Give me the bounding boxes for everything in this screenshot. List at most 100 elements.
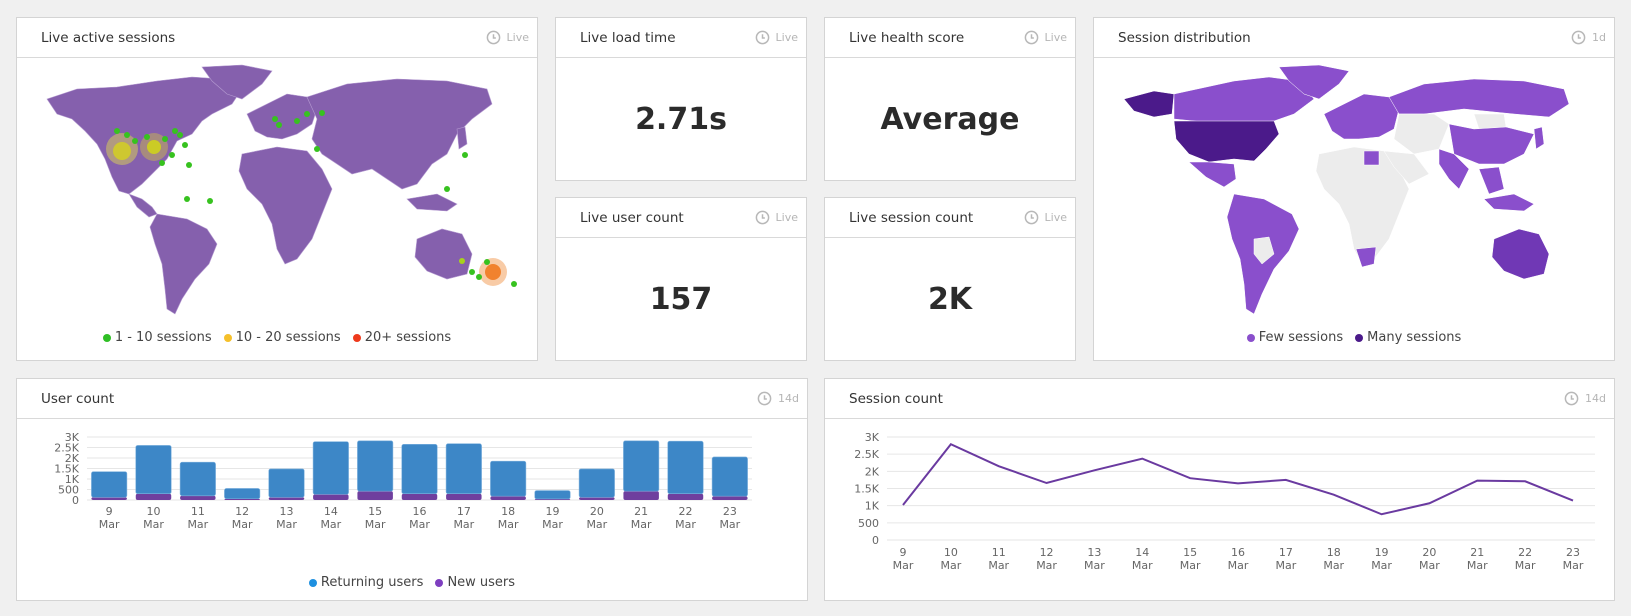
bar-new-users[interactable]	[268, 497, 305, 500]
bar-returning-users[interactable]	[224, 488, 261, 500]
load-time-value: 2.71s	[635, 101, 727, 137]
red-dot-icon	[352, 333, 361, 342]
x-tick-label: 23 Mar	[1563, 546, 1584, 572]
live-sessions-map[interactable]	[17, 59, 537, 328]
session-dot	[172, 128, 178, 134]
panel-title: Session distribution	[1118, 29, 1251, 46]
bar-new-users[interactable]	[490, 496, 526, 500]
time-range-label: Live	[1044, 31, 1067, 44]
session-dot	[459, 258, 465, 264]
map-central-america	[128, 193, 158, 218]
bar-returning-users[interactable]	[312, 441, 349, 495]
bar-new-users[interactable]	[401, 493, 438, 500]
panel-header: Live session count Live	[825, 198, 1075, 238]
x-tick-label: 22 Mar	[675, 505, 696, 531]
legend-item[interactable]: 20+ sessions	[352, 330, 452, 345]
yellow-dot-icon	[223, 333, 232, 342]
legend-label: New users	[447, 575, 516, 590]
x-tick-label: 9 Mar	[893, 546, 914, 572]
x-tick-label: 15 Mar	[365, 505, 386, 531]
session-dot	[319, 110, 325, 116]
purple-dot-icon	[435, 578, 444, 587]
bar-new-users[interactable]	[667, 493, 704, 500]
time-range[interactable]: 14d	[1564, 391, 1606, 406]
bar-returning-users[interactable]	[179, 461, 216, 497]
y-tick-label: 2.5K	[854, 448, 879, 461]
time-range-label: Live	[775, 31, 798, 44]
session-dot	[314, 146, 320, 152]
bar-returning-users[interactable]	[357, 440, 394, 492]
bar-returning-users[interactable]	[623, 440, 660, 492]
panel-title: Live health score	[849, 29, 965, 46]
x-tick-label: 20 Mar	[586, 505, 607, 531]
map-central-asia	[1393, 113, 1450, 155]
bar-new-users[interactable]	[180, 495, 216, 500]
session-dot	[124, 132, 130, 138]
bar-returning-users[interactable]	[268, 468, 305, 498]
session-distribution-map[interactable]	[1094, 59, 1614, 328]
time-range[interactable]: Live	[755, 30, 798, 45]
legend-item[interactable]: 1 - 10 sessions	[102, 330, 212, 345]
legend-item[interactable]: Many sessions	[1355, 330, 1461, 345]
map-south-africa	[1355, 246, 1377, 268]
x-tick-label: 10 Mar	[143, 505, 164, 531]
bar-returning-users[interactable]	[91, 471, 128, 498]
legend-label: 1 - 10 sessions	[114, 330, 212, 345]
bar-new-users[interactable]	[446, 493, 482, 500]
time-range[interactable]: Live	[755, 210, 798, 225]
time-range[interactable]: Live	[1024, 30, 1067, 45]
clock-icon	[1564, 391, 1579, 406]
bar-returning-users[interactable]	[135, 445, 172, 494]
bar-returning-users[interactable]	[534, 490, 571, 500]
session-dot	[462, 152, 468, 158]
bar-new-users[interactable]	[357, 491, 393, 500]
panel-header: Live active sessions Live	[17, 18, 537, 58]
legend-item[interactable]: 10 - 20 sessions	[223, 330, 341, 345]
bar-new-users[interactable]	[579, 497, 615, 500]
x-tick-label: 19 Mar	[1371, 546, 1392, 572]
panel-header: Live load time Live	[556, 18, 806, 58]
legend-item[interactable]: Few sessions	[1246, 330, 1343, 345]
time-range[interactable]: 14d	[757, 391, 799, 406]
map-europe	[1323, 93, 1400, 140]
bar-returning-users[interactable]	[578, 468, 615, 498]
x-tick-label: 16 Mar	[409, 505, 430, 531]
bar-returning-users[interactable]	[490, 460, 527, 497]
map-indonesia	[1483, 193, 1535, 212]
time-range[interactable]: Live	[486, 30, 529, 45]
bar-returning-users[interactable]	[667, 440, 704, 495]
bar-returning-users[interactable]	[711, 456, 748, 497]
session-dot	[476, 274, 482, 280]
bar-new-users[interactable]	[91, 497, 127, 500]
legend-label: 20+ sessions	[364, 330, 452, 345]
session-dot	[169, 152, 175, 158]
time-range[interactable]: 1d	[1571, 30, 1606, 45]
user-count-chart[interactable]: 05001K1.5K2K2.5K3K9 Mar10 Mar11 Mar12 Mar13 M…	[17, 420, 807, 565]
map-mongolia	[1473, 113, 1507, 130]
bar-new-users[interactable]	[313, 494, 349, 500]
time-range[interactable]: Live	[1024, 210, 1067, 225]
x-tick-label: 18 Mar	[1323, 546, 1344, 572]
session-dot	[511, 281, 517, 287]
session-dot	[132, 138, 138, 144]
legend-item[interactable]: Returning users	[308, 575, 423, 590]
bar-returning-users[interactable]	[401, 444, 438, 494]
session-dot	[484, 259, 490, 265]
session-count-chart[interactable]: 0 500 1K 1.5K 2K 2.5K 3K 9 Mar 10 Mar 11 Mar 12 Mar 13 M…	[825, 420, 1614, 600]
sessions-line[interactable]	[902, 442, 1574, 516]
x-tick-label: 14 Mar	[1132, 546, 1153, 572]
y-tick-label: 3K	[65, 431, 80, 444]
bar-new-users[interactable]	[135, 493, 172, 500]
bar-new-users[interactable]	[623, 491, 659, 500]
x-tick-label: 10 Mar	[940, 546, 961, 572]
x-tick-label: 23 Mar	[719, 505, 740, 531]
bar-new-users[interactable]	[712, 496, 748, 500]
clock-icon	[1024, 30, 1039, 45]
dark-purple-dot-icon	[1355, 333, 1364, 342]
legend-item[interactable]: New users	[435, 575, 515, 590]
blue-dot-icon	[308, 578, 317, 587]
clock-icon	[755, 210, 770, 225]
bar-returning-users[interactable]	[445, 443, 482, 494]
map-egypt	[1363, 150, 1380, 166]
user-count-legend: Returning users New users	[17, 575, 807, 590]
